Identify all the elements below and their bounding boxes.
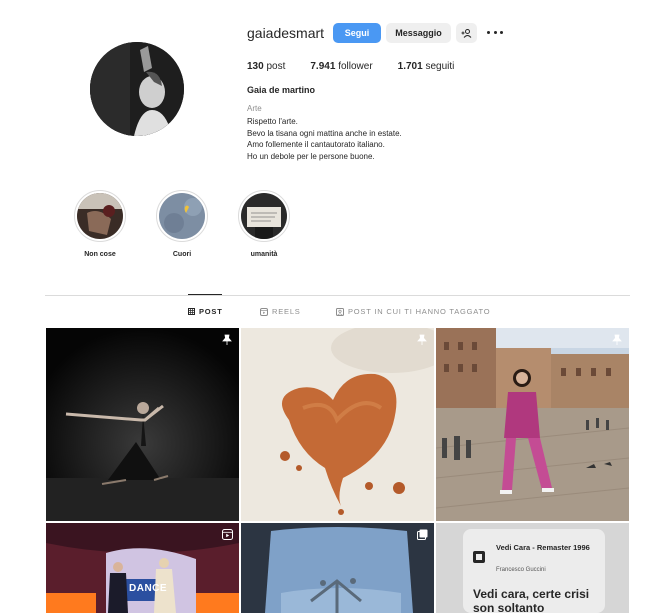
avatar-photo — [90, 42, 184, 136]
bio-line: Ho un debole per le persone buone. — [247, 151, 375, 161]
post-tile-dancer[interactable] — [46, 328, 239, 521]
pin-icon — [222, 334, 232, 345]
music-card: Vedi Cara - Remaster 1996 Francesco Gucc… — [463, 529, 605, 613]
post-image — [241, 523, 434, 613]
reel-sign-text: DANCE — [129, 583, 168, 594]
highlight-ring — [156, 190, 208, 242]
following-stat[interactable]: 1.701 seguiti — [398, 61, 455, 72]
highlight-umanita[interactable]: umanità — [234, 190, 294, 258]
album-art-icon — [473, 551, 485, 563]
more-options-icon[interactable] — [487, 25, 503, 39]
post-tile-heart[interactable] — [241, 328, 434, 521]
tab-reels[interactable]: REELS — [260, 307, 301, 316]
profile-category: Arte — [247, 104, 262, 113]
post-tile-sculpture[interactable] — [241, 523, 434, 613]
song-lyric: Vedi cara, certe crisi son soltanto — [473, 587, 590, 613]
post-image — [241, 328, 434, 521]
bio-line: Amo follemente il cantautorato italiano. — [247, 140, 385, 149]
posts-stat: 130 post — [247, 61, 285, 72]
tab-posts[interactable]: POST — [188, 307, 223, 316]
profile-stats: 130 post 7.941 follower 1.701 seguiti — [247, 61, 479, 72]
song-title: Vedi Cara - Remaster 1996 — [496, 543, 590, 552]
tab-label: POST — [199, 307, 223, 316]
followers-stat[interactable]: 7.941 follower — [310, 61, 372, 72]
suggested-users-button[interactable] — [456, 23, 477, 43]
posts-label: post — [266, 61, 286, 72]
tabs-divider — [45, 295, 630, 296]
pin-icon — [417, 334, 427, 345]
carousel-icon — [417, 529, 428, 540]
highlight-cover — [159, 193, 205, 239]
add-user-icon — [461, 28, 472, 38]
tab-label: REELS — [272, 307, 301, 316]
grid-icon — [188, 308, 195, 315]
highlight-cuori[interactable]: Cuori — [152, 190, 212, 258]
profile-bio: Rispetto l'arte. Bevo la tisana ogni mat… — [247, 116, 402, 162]
bio-line: Rispetto l'arte. — [247, 117, 298, 126]
reels-icon — [222, 529, 233, 540]
tab-tagged[interactable]: POST IN CUI TI HANNO TAGGATO — [336, 307, 490, 316]
post-tile-piazza[interactable] — [436, 328, 629, 521]
tagged-icon — [336, 307, 344, 316]
following-label: seguiti — [425, 61, 455, 72]
profile-full-name: Gaia de martino — [247, 85, 316, 95]
highlight-ring — [238, 190, 290, 242]
bio-line: Bevo la tisana ogni mattina anche in est… — [247, 128, 402, 138]
followers-label: follower — [338, 61, 373, 72]
post-image — [46, 328, 239, 521]
highlight-non-cose[interactable]: Non cose — [70, 190, 130, 258]
message-button[interactable]: Messaggio — [386, 23, 451, 43]
highlight-cover — [241, 193, 287, 239]
tab-label: POST IN CUI TI HANNO TAGGATO — [348, 307, 491, 316]
post-tile-music[interactable]: Vedi Cara - Remaster 1996 Francesco Gucc… — [436, 523, 629, 613]
followers-count: 7.941 — [310, 61, 336, 72]
follow-button[interactable]: Segui — [333, 23, 381, 43]
song-artist: Francesco Guccini — [496, 567, 546, 573]
highlight-label: umanità — [250, 251, 278, 258]
pin-icon — [612, 334, 622, 345]
reels-icon — [260, 307, 268, 316]
posts-count: 130 — [247, 61, 264, 72]
post-image — [436, 328, 629, 521]
following-count: 1.701 — [397, 61, 423, 72]
highlight-label: Non cose — [84, 251, 116, 258]
profile-avatar[interactable] — [90, 42, 184, 136]
highlight-ring — [74, 190, 126, 242]
highlight-label: Cuori — [172, 251, 192, 258]
highlight-cover — [77, 193, 123, 239]
post-tile-dance-stage[interactable]: DANCE — [46, 523, 239, 613]
profile-username: gaiadesmart — [247, 25, 325, 41]
active-tab-indicator — [188, 294, 222, 295]
post-image — [46, 523, 239, 613]
